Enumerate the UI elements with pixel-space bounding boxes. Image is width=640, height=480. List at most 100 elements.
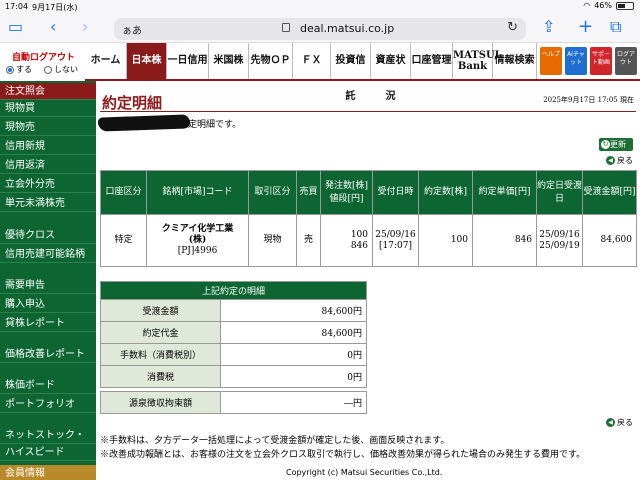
detail-label: 手数料（消費税別） <box>100 343 221 366</box>
reader-mode-button[interactable]: ぁあ <box>122 22 142 37</box>
matsui-bank-line1: MATSUI <box>453 50 500 61</box>
back-arrow-icon[interactable]: ‹ <box>50 17 56 37</box>
menu-account[interactable]: 口座管理 <box>411 43 453 79</box>
page-title: 約定明細 <box>102 94 163 112</box>
menu-assets[interactable]: 資産状況 <box>371 43 411 102</box>
sidebar-icon[interactable]: ▭ <box>8 17 23 37</box>
back-link-top[interactable]: ◀ 戻る <box>606 155 633 166</box>
detail-value: 84,600円 <box>219 321 368 344</box>
status-right: ◠ 46% <box>583 1 634 10</box>
menu-us-stocks[interactable]: 米国株 <box>209 43 249 79</box>
back-link-bottom[interactable]: ◀ 戻る <box>606 417 633 428</box>
wifi-icon: ◠ <box>583 1 591 10</box>
cell-trade-type: 現物 <box>248 214 297 267</box>
left-nav-item[interactable]: 貸株レポート <box>0 315 96 332</box>
tabs-icon[interactable]: ⧉ <box>610 17 621 37</box>
logout-icon-button[interactable]: ログアウト <box>615 47 637 75</box>
back-label: 戻る <box>617 418 633 427</box>
support-video-icon-button[interactable]: サポート動画 <box>590 47 612 75</box>
received-date: 25/09/16 <box>375 229 416 240</box>
menu-investment-trust[interactable]: 投資信託 <box>331 43 371 102</box>
header-amount: 受渡金額[円] <box>582 170 637 215</box>
new-tab-icon[interactable]: + <box>578 17 593 37</box>
address-bar[interactable]: ぁあ deal.matsui.co.jp ↻ <box>114 18 526 40</box>
menu-futures-options[interactable]: 先物ＯＰ <box>249 43 293 79</box>
auto-logout-box: 自動ログアウト する しない <box>0 43 96 81</box>
back-label: 戻る <box>617 156 633 165</box>
left-nav-item[interactable]: ハイスピード <box>0 444 96 461</box>
left-nav-item[interactable]: 価格改善レポート <box>0 346 96 363</box>
detail-value: 84,600円 <box>219 299 368 322</box>
detail-row: 源泉徴収拘束額 ―円 <box>100 391 368 414</box>
matsui-bank-line2: Bank <box>457 61 488 72</box>
security-name-1[interactable]: クミアイ化学工業 <box>147 224 248 235</box>
intro-message: 定明細です。 <box>188 120 242 130</box>
menu-fx[interactable]: ＦＸ <box>293 43 331 79</box>
logout-label: ログアウト <box>616 51 635 66</box>
url-text[interactable]: deal.matsui.co.jp <box>300 22 394 35</box>
left-nav-item[interactable]: 購入申込 <box>0 296 96 313</box>
execution-table: 口座区分 銘柄[市場]コード 取引区分 売買 発注数[株]値段[円] 受付日時 … <box>100 170 637 267</box>
auto-logout-on[interactable]: する <box>6 64 32 75</box>
left-nav-item[interactable]: 信用新規 <box>0 138 96 155</box>
ai-chat-icon-button[interactable]: AIチャット <box>565 47 587 75</box>
note-fee: ※手数料は、夕方データ一括処理によって受渡金額が確定した後、画面反映されます。 <box>100 436 450 446</box>
status-time: 17:04 <box>5 2 29 11</box>
lock-icon <box>282 23 290 32</box>
radio-off-icon[interactable] <box>44 65 52 74</box>
menu-info-search[interactable]: 情報検索 <box>493 43 537 79</box>
detail-label: 受渡金額 <box>100 299 221 322</box>
menu-home[interactable]: ホーム <box>85 43 127 79</box>
header-exec-qty: 約定数[株] <box>418 170 473 215</box>
header-received: 受付日時 <box>372 170 419 215</box>
settle-date: 25/09/19 <box>539 240 580 251</box>
detail-row: 受渡金額 84,600円 <box>100 299 368 322</box>
help-icon-button[interactable]: ヘルプ <box>540 47 562 75</box>
header-order: 発注数[株]値段[円] <box>320 170 373 215</box>
left-nav-item[interactable]: 注文照会 <box>0 83 96 100</box>
security-code: [PJ]4996 <box>177 246 218 256</box>
help-label: ヘルプ <box>541 51 560 58</box>
detail-value: ―円 <box>219 391 368 414</box>
left-nav-item[interactable]: 会員情報 <box>0 465 96 480</box>
header-dates: 約定日受渡日 <box>536 170 583 215</box>
status-date: 9月17日(水) <box>32 3 78 12</box>
left-nav-item[interactable]: 需要申告 <box>0 277 96 294</box>
menu-day-margin[interactable]: 一日信用 <box>167 43 209 79</box>
left-nav-item[interactable]: ポートフォリオ <box>0 396 96 413</box>
left-nav-item[interactable]: ネットストック・ <box>0 427 96 444</box>
cell-account: 特定 <box>100 214 147 267</box>
current-datetime: 2025年9月17日 17:05 現在 <box>543 96 634 104</box>
detail-title: 上記約定の明細 <box>99 281 368 300</box>
menu-japan-stocks[interactable]: 日本株 <box>127 43 167 79</box>
update-button[interactable]: ↻ 更新 <box>599 138 633 151</box>
left-nav-item[interactable]: 単元未満株売 <box>0 195 96 212</box>
detail-row: 約定代金 84,600円 <box>100 321 368 344</box>
share-icon[interactable]: ⇪ <box>542 17 555 37</box>
menu-matsui-bank[interactable]: MATSUI Bank <box>453 43 500 79</box>
left-nav-item[interactable]: 現物買 <box>0 100 96 117</box>
redaction-scribble <box>97 114 191 132</box>
left-nav-item[interactable]: 優待クロス <box>0 227 96 244</box>
detail-value: 0円 <box>219 343 368 366</box>
left-nav-item[interactable]: 株価ボード <box>0 377 96 394</box>
forward-arrow-icon[interactable]: › <box>82 17 88 37</box>
cell-amount: 84,600 <box>582 214 637 267</box>
left-nav-item[interactable]: 現物売 <box>0 119 96 136</box>
auto-logout-off[interactable]: しない <box>44 64 78 75</box>
detail-row: 手数料（消費税別） 0円 <box>100 343 368 366</box>
title-divider <box>100 111 636 112</box>
table-row: 特定 クミアイ化学工業 (株) [PJ]4996 現物 売 100 846 25… <box>100 214 637 267</box>
left-nav-item[interactable]: 立会外分売 <box>0 176 96 193</box>
support-label: サポート動画 <box>591 51 610 66</box>
reload-icon[interactable]: ↻ <box>507 20 518 35</box>
left-navigation: 自動ログアウト する しない 注文照会 現物買 現物売 信用新規 信用返済 立会… <box>0 43 96 480</box>
cell-exec-price: 846 <box>472 214 537 267</box>
top-menu: ホーム 日本株 一日信用 米国株 先物ＯＰ ＦＸ 投資信託 資産状況 口座管理 … <box>85 43 640 102</box>
ios-status-bar: 17:04 9月17日(水) ◠ 46% <box>0 0 640 13</box>
back-arrow-icon: ◀ <box>606 156 615 165</box>
radio-on-icon[interactable] <box>6 65 14 74</box>
left-nav-item[interactable]: 信用売建可能銘柄 <box>0 246 96 263</box>
header-exec-price: 約定単価[円] <box>472 170 537 215</box>
left-nav-item[interactable]: 信用返済 <box>0 157 96 174</box>
